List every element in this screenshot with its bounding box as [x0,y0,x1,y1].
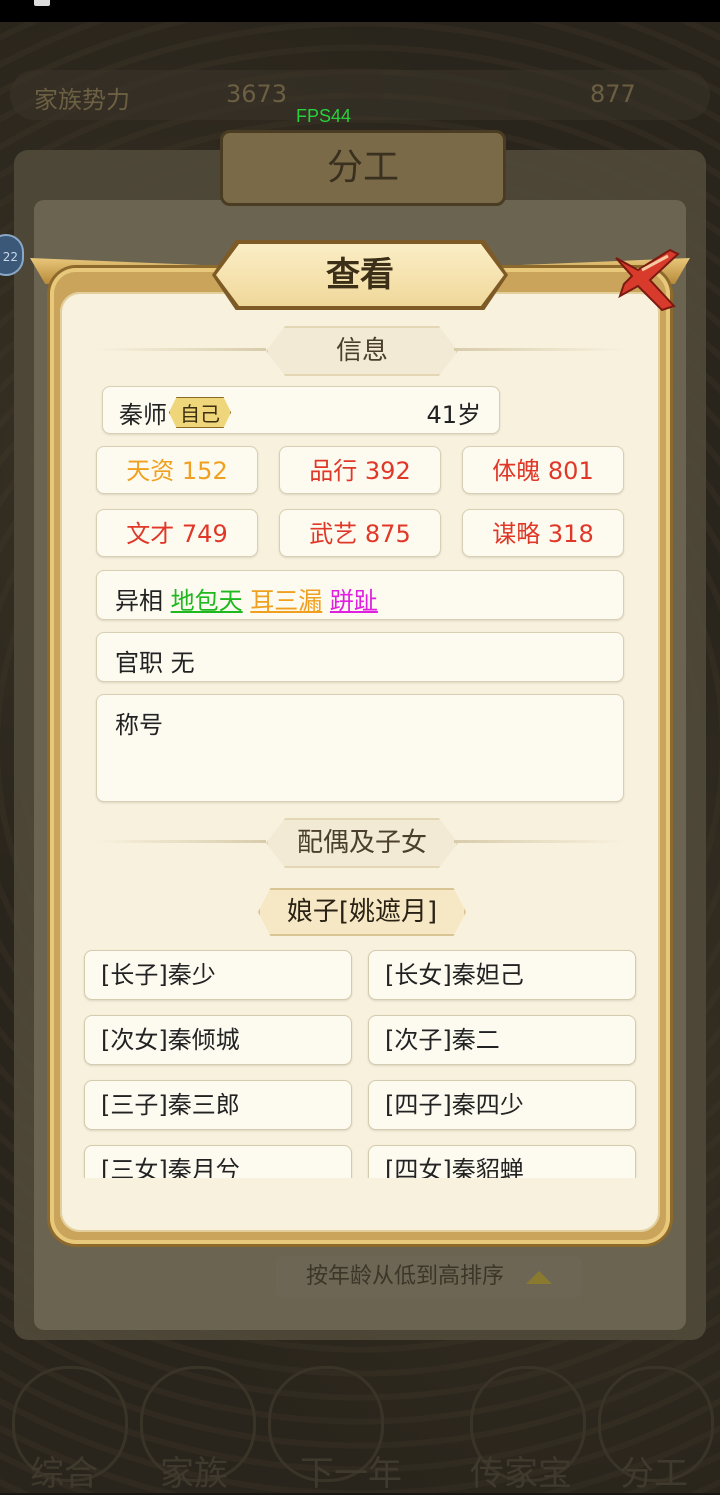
stat-martial: 武艺 875 [279,509,441,557]
traits-row: 异相 地包天 耳三漏 跰趾 [96,570,624,620]
self-tag: 自己 [169,397,231,428]
stat-conduct: 品行 392 [279,446,441,494]
child-item[interactable]: [三子]秦三郎 [84,1080,352,1130]
nav-item-next-year[interactable]: 下一年 [300,1446,402,1495]
office-row: 官职 无 [96,632,624,682]
nav-item-heirloom[interactable]: 传家宝 [470,1446,572,1495]
clan-power-label: 家族势力 [34,86,130,114]
child-item[interactable]: [四女]秦貂蝉 [368,1145,636,1178]
character-age: 41岁 [426,401,481,429]
character-name-wrap: 秦师 自己 [119,395,231,430]
status-bar [0,0,720,22]
character-name: 秦师 [119,401,167,429]
trait-link[interactable]: 耳三漏 [250,587,322,615]
traits-label: 异相 [115,587,163,615]
info-section-header: 信息 [96,326,624,376]
title-box: 称号 [96,694,624,802]
bottom-nav: 综合 家族 下一年 传家宝 分工 [0,1360,720,1495]
stat-literary: 文才 749 [96,509,258,557]
children-list: [长子]秦少 [长女]秦妲己 [次女]秦倾城 [次子]秦二 [三子]秦三郎 [四… [82,948,638,1178]
office-text: 官职 无 [115,649,195,677]
name-row: 秦师 自己 41岁 [102,386,500,434]
stat-physique: 体魄 801 [462,446,624,494]
child-item[interactable]: [三女]秦月兮 [84,1145,352,1178]
nav-item-overview[interactable]: 综合 [30,1446,98,1495]
child-item[interactable]: [四子]秦四少 [368,1080,636,1130]
currency-value: 877 [590,80,636,108]
title-label: 称号 [115,711,163,739]
notification-icon [34,0,50,6]
child-item[interactable]: [次女]秦倾城 [84,1015,352,1065]
trait-link[interactable]: 跰趾 [330,587,378,615]
top-resource-bar: 家族势力 3673 877 [10,70,710,120]
child-item[interactable]: [长子]秦少 [84,950,352,1000]
close-icon [615,248,680,312]
trait-link[interactable]: 地包天 [171,587,243,615]
family-section-header: 配偶及子女 [96,818,624,868]
division-panel-title: 分工 [220,130,506,206]
child-item[interactable]: [长女]秦妲己 [368,950,636,1000]
dialog-title: 查看 [326,255,394,295]
stat-talent: 天资 152 [96,446,258,494]
triangle-up-icon [526,1270,552,1284]
fps-counter: FPS44 [296,106,352,126]
nav-item-family[interactable]: 家族 [160,1446,228,1495]
info-header-label: 信息 [266,326,458,376]
family-header-label: 配偶及子女 [266,818,458,868]
stat-strategy: 谋略 318 [462,509,624,557]
spouse-button[interactable]: 娘子[姚遮月] [258,888,466,936]
child-item[interactable]: [次子]秦二 [368,1015,636,1065]
close-button[interactable] [608,240,688,316]
sort-label: 按年龄从低到高排序 [305,1264,504,1289]
sort-button[interactable]: 按年龄从低到高排序 [276,1256,582,1298]
clan-power-value: 3673 [226,80,288,108]
nav-item-division[interactable]: 分工 [620,1446,688,1495]
